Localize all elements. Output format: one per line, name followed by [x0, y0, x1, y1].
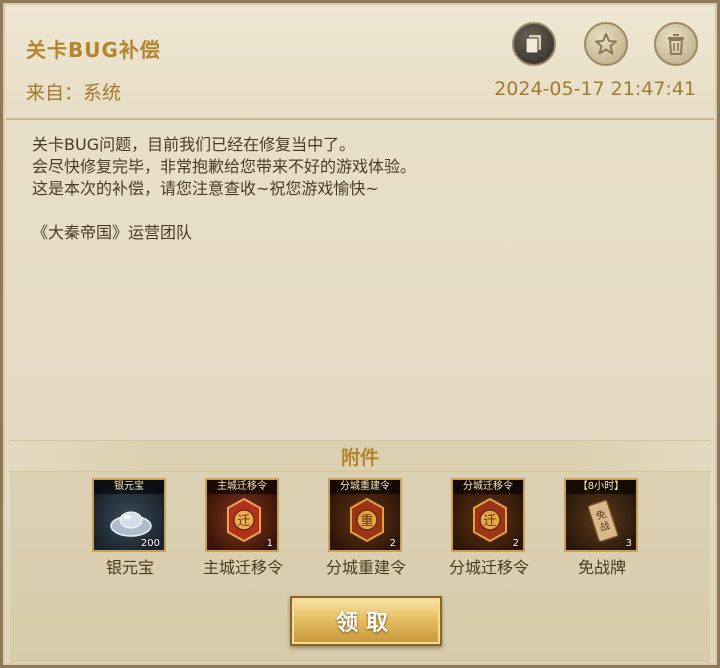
token-icon: 迁 [473, 497, 507, 543]
svg-text:迁: 迁 [237, 514, 250, 529]
svg-text:重: 重 [360, 513, 373, 529]
item-tag: 分城迁移令 [453, 480, 523, 494]
token-icon: 迁 [227, 497, 261, 543]
mail-date: 2024-05-17 21:47:41 [494, 78, 696, 100]
mail-sender: 来自：系统 [26, 82, 122, 104]
item-name: 分城迁移令 [448, 558, 529, 577]
trash-icon [668, 34, 684, 55]
token-icon: 重 [350, 497, 384, 543]
item-slot: 分城重建令 重 2 [328, 478, 402, 552]
delete-button[interactable] [654, 22, 698, 66]
attachment-item-main-city-move[interactable]: 主城迁移令 迁 1 主城迁移令 [203, 478, 283, 578]
attachment-item-branch-city-rebuild[interactable]: 分城重建令 重 2 分城重建令 [326, 478, 406, 578]
copy-button[interactable] [512, 22, 556, 66]
item-slot: 银元宝 200 [92, 478, 166, 552]
item-tag: 银元宝 [94, 480, 164, 494]
item-count: 2 [389, 538, 396, 549]
mail-body: 关卡BUG问题，目前我们已经在修复当中了。 会尽快修复完毕，非常抱歉给您带来不好… [32, 134, 692, 244]
mail-signature: 《大秦帝国》运营团队 [32, 223, 193, 242]
item-tag: 【8小时】 [566, 480, 636, 494]
item-tag: 分城重建令 [330, 480, 400, 494]
body-line: 这是本次的补偿，请您注意查收~祝您游戏愉快~ [32, 179, 379, 198]
item-slot: 分城迁移令 迁 2 [451, 478, 525, 552]
item-name: 免战牌 [577, 558, 626, 577]
item-tag: 主城迁移令 [207, 480, 277, 494]
favorite-button[interactable] [584, 22, 628, 66]
star-icon [595, 33, 617, 55]
svg-text:迁: 迁 [483, 514, 496, 529]
item-count: 3 [625, 538, 632, 549]
attachment-item-peace-shield[interactable]: 【8小时】 免 战 3 免战牌 [564, 478, 640, 578]
copy-icon [525, 35, 541, 54]
attachment-item-branch-city-move[interactable]: 分城迁移令 迁 2 分城迁移令 [449, 478, 529, 578]
attachments-header: 附件 [10, 440, 710, 472]
item-name: 分城重建令 [325, 558, 406, 577]
item-count: 200 [140, 538, 160, 549]
body-line: 关卡BUG问题，目前我们已经在修复当中了。 [32, 135, 356, 154]
claim-button[interactable]: 领取 [290, 596, 442, 646]
mail-panel: 关卡BUG补偿 来自：系统 2024-05-17 21:47:41 关卡BUG问… [0, 0, 720, 668]
item-count: 1 [266, 538, 273, 549]
body-line: 会尽快修复完毕，非常抱歉给您带来不好的游戏体验。 [32, 157, 417, 176]
item-name: 银元宝 [105, 558, 154, 577]
scroll-icon: 免 战 [587, 499, 619, 543]
mail-title: 关卡BUG补偿 [26, 38, 161, 62]
attachments-title: 附件 [340, 447, 379, 469]
silver-ingot-icon [110, 511, 152, 537]
item-slot: 主城迁移令 迁 1 [205, 478, 279, 552]
item-name: 主城迁移令 [202, 558, 283, 577]
item-count: 2 [512, 538, 519, 549]
attachment-item-silver-ingot[interactable]: 银元宝 200 银元宝 [92, 478, 168, 578]
item-slot: 【8小时】 免 战 3 [564, 478, 638, 552]
